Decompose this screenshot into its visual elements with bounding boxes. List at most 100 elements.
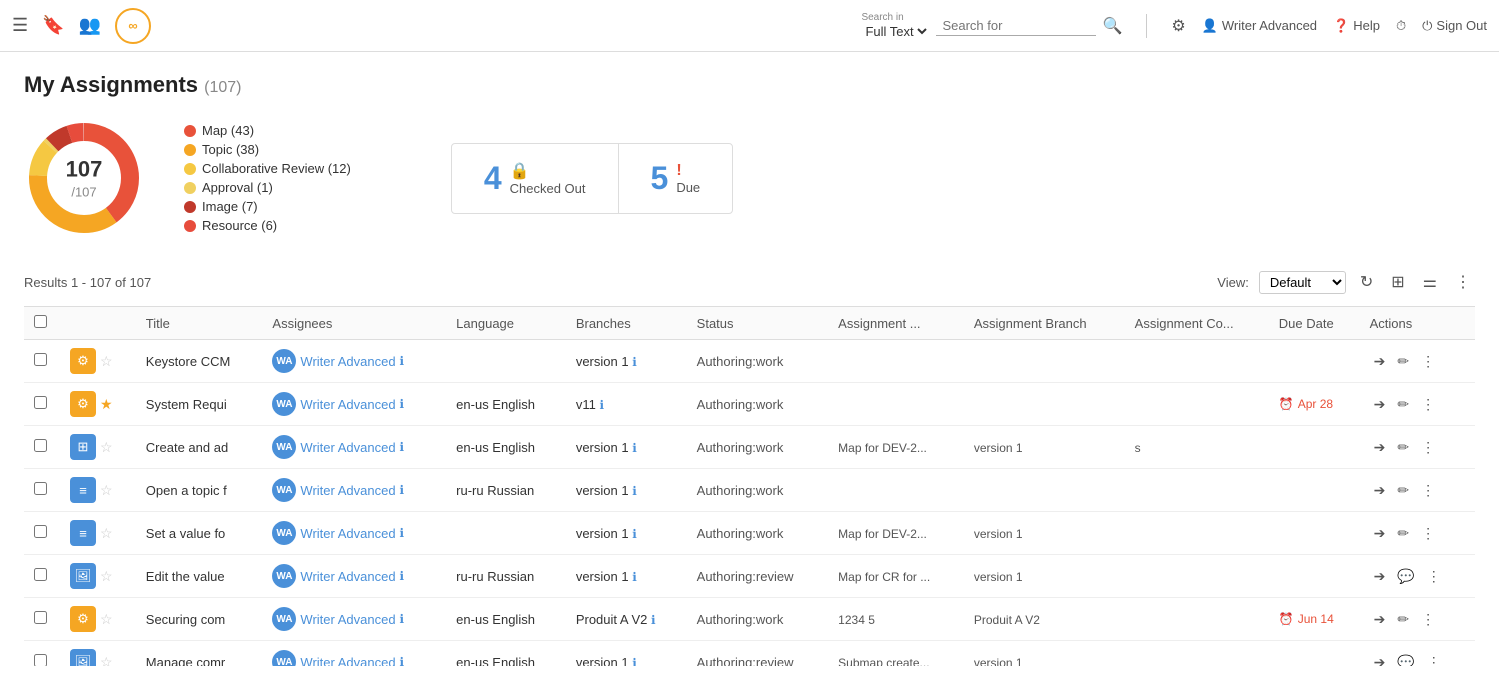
star-icon[interactable]: ☆ [100, 568, 113, 585]
branch-info-icon[interactable]: ℹ [632, 656, 637, 667]
branch-info-icon[interactable]: ℹ [632, 570, 637, 584]
star-icon[interactable]: ☆ [100, 654, 113, 667]
edit-button[interactable]: ✏ [1393, 437, 1413, 458]
info-icon[interactable]: ℹ [400, 612, 405, 626]
row-checkbox[interactable] [34, 482, 47, 495]
goto-button[interactable]: ➔ [1370, 437, 1390, 458]
search-input[interactable] [936, 16, 1096, 36]
row-title: Manage comr [146, 655, 225, 667]
assignee-avatar: WA [272, 607, 296, 631]
more-options-icon[interactable]: ⋮ [1451, 270, 1475, 294]
row-status: Authoring:work [697, 397, 784, 412]
info-icon[interactable]: ℹ [400, 354, 405, 368]
row-assignment-branch: version 1 [974, 570, 1023, 584]
assignee-link[interactable]: Writer Advanced [300, 440, 395, 455]
assignee-link[interactable]: Writer Advanced [300, 354, 395, 369]
assignee-link[interactable]: Writer Advanced [300, 655, 395, 667]
star-icon[interactable]: ★ [100, 396, 113, 413]
row-status: Authoring:work [697, 354, 784, 369]
topic-type-icon: ⚙ [70, 391, 96, 417]
info-icon[interactable]: ℹ [400, 655, 405, 666]
filter-icon[interactable]: ⚌ [1419, 270, 1441, 294]
topic-type-icon: ⚙ [70, 348, 96, 374]
more-button[interactable]: ⋮ [1417, 351, 1439, 372]
more-button[interactable]: ⋮ [1417, 523, 1439, 544]
branch-info-icon[interactable]: ℹ [632, 355, 637, 369]
timer-icon-area[interactable]: ⏱ [1396, 18, 1406, 34]
row-branch: version 1 [576, 483, 629, 498]
edit-button[interactable]: ✏ [1393, 523, 1413, 544]
row-assignment: Map for DEV-2... [838, 527, 927, 541]
row-checkbox[interactable] [34, 654, 47, 666]
row-status: Authoring:work [697, 483, 784, 498]
comment-button[interactable]: 💬 [1393, 566, 1418, 587]
row-checkbox[interactable] [34, 568, 47, 581]
branch-info-icon[interactable]: ℹ [632, 527, 637, 541]
goto-button[interactable]: ➔ [1370, 480, 1390, 501]
info-icon[interactable]: ℹ [400, 397, 405, 411]
more-button[interactable]: ⋮ [1423, 566, 1445, 587]
table-row: ⚙ ☆ Keystore CCM WA Writer Advanced ℹ ve… [24, 340, 1475, 383]
assignee-link[interactable]: Writer Advanced [300, 483, 395, 498]
columns-icon[interactable]: ⊞ [1387, 270, 1408, 294]
edit-button[interactable]: ✏ [1393, 609, 1413, 630]
stat-checked-out: 4 🔒 Checked Out [452, 144, 618, 213]
goto-button[interactable]: ➔ [1370, 351, 1390, 372]
hamburger-icon[interactable]: ☰ [12, 15, 28, 36]
bookmark-icon[interactable]: 🔖 [42, 15, 64, 36]
row-checkbox[interactable] [34, 525, 47, 538]
settings-icon[interactable]: ⚙ [1171, 16, 1185, 36]
assignee-link[interactable]: Writer Advanced [300, 526, 395, 541]
branch-info-icon[interactable]: ℹ [651, 613, 656, 627]
branch-info-icon[interactable]: ℹ [632, 441, 637, 455]
edit-button[interactable]: ✏ [1393, 480, 1413, 501]
edit-button[interactable]: ✏ [1393, 394, 1413, 415]
assignee-link[interactable]: Writer Advanced [300, 569, 395, 584]
star-icon[interactable]: ☆ [100, 611, 113, 628]
branch-info-icon[interactable]: ℹ [632, 484, 637, 498]
branch-info-icon[interactable]: ℹ [599, 398, 604, 412]
help-icon: ❓ [1333, 18, 1349, 34]
row-actions: ➔ ✏ ⋮ [1370, 351, 1465, 372]
info-icon[interactable]: ℹ [400, 483, 405, 497]
more-button[interactable]: ⋮ [1417, 437, 1439, 458]
legend-label-image: Image (7) [202, 199, 258, 214]
goto-button[interactable]: ➔ [1370, 394, 1390, 415]
row-due-date: ⏰Jun 14 [1279, 612, 1350, 626]
results-count: Results 1 - 107 of 107 [24, 275, 151, 290]
search-icon[interactable]: 🔍 [1102, 16, 1122, 36]
assignee-link[interactable]: Writer Advanced [300, 397, 395, 412]
row-checkbox[interactable] [34, 353, 47, 366]
row-checkbox[interactable] [34, 611, 47, 624]
user-menu[interactable]: 👤 Writer Advanced [1202, 18, 1317, 34]
select-all-checkbox[interactable] [34, 315, 47, 328]
edit-button[interactable]: ✏ [1393, 351, 1413, 372]
search-type-select[interactable]: Full Text [861, 23, 930, 40]
donut-chart: 107 /107 [24, 118, 144, 238]
legend-dot-topic [184, 144, 196, 156]
signout-button[interactable]: ⏻ Sign Out [1422, 18, 1487, 34]
refresh-icon[interactable]: ↻ [1356, 270, 1377, 294]
star-icon[interactable]: ☆ [100, 482, 113, 499]
info-icon[interactable]: ℹ [400, 526, 405, 540]
row-checkbox[interactable] [34, 439, 47, 452]
users-icon[interactable]: 👥 [79, 15, 101, 36]
help-button[interactable]: ❓ Help [1333, 18, 1380, 34]
more-button[interactable]: ⋮ [1417, 394, 1439, 415]
more-button[interactable]: ⋮ [1417, 480, 1439, 501]
info-icon[interactable]: ℹ [400, 569, 405, 583]
star-icon[interactable]: ☆ [100, 353, 113, 370]
star-icon[interactable]: ☆ [100, 525, 113, 542]
goto-button[interactable]: ➔ [1370, 523, 1390, 544]
row-language: ru-ru Russian [456, 569, 534, 584]
more-button[interactable]: ⋮ [1417, 609, 1439, 630]
goto-button[interactable]: ➔ [1370, 609, 1390, 630]
star-icon[interactable]: ☆ [100, 439, 113, 456]
row-checkbox[interactable] [34, 396, 47, 409]
info-icon[interactable]: ℹ [400, 440, 405, 454]
goto-button[interactable]: ➔ [1370, 566, 1390, 587]
row-language: en-us English [456, 397, 535, 412]
view-select[interactable]: Default Compact Detailed [1259, 271, 1346, 294]
topic-type-icon: ⚙ [70, 606, 96, 632]
assignee-link[interactable]: Writer Advanced [300, 612, 395, 627]
